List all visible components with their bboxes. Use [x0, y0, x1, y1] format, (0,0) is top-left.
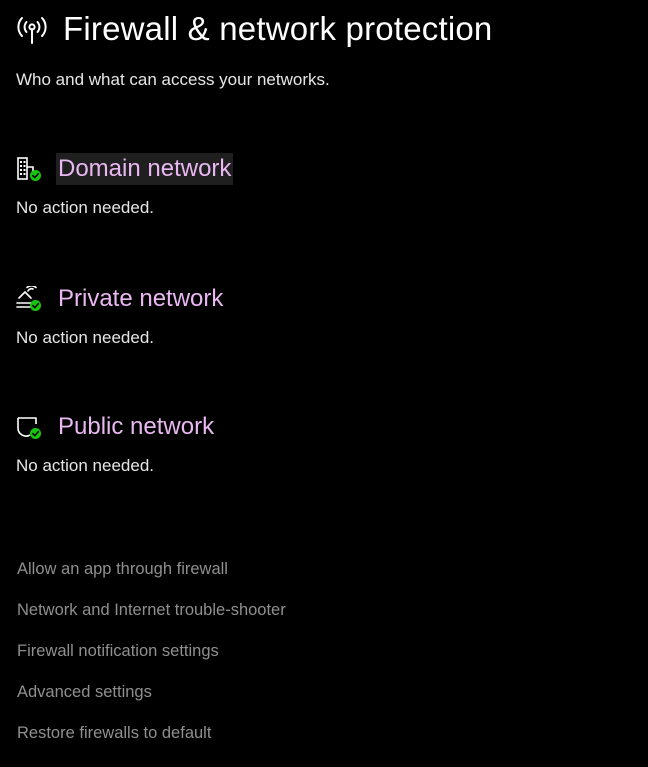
public-network-link[interactable]: Public network — [56, 411, 216, 443]
page-title: Firewall & network protection — [63, 10, 493, 47]
domain-network-link[interactable]: Domain network — [56, 153, 234, 185]
allow-app-link[interactable]: Allow an app through firewall — [17, 558, 286, 599]
private-network-status: No action needed. — [16, 328, 154, 347]
page-header: Firewall & network protection — [16, 10, 492, 48]
advanced-settings-link[interactable]: Advanced settings — [17, 681, 286, 722]
settings-links: Allow an app through firewall Network an… — [17, 558, 286, 763]
private-network-section: Private network No action needed. — [16, 283, 225, 348]
private-network-icon — [16, 286, 41, 311]
public-network-icon — [17, 417, 41, 439]
antenna-icon — [17, 17, 47, 44]
domain-network-icon — [17, 157, 41, 181]
domain-network-status: No action needed. — [16, 198, 154, 217]
public-network-section: Public network No action needed. — [16, 411, 216, 476]
public-network-status: No action needed. — [16, 456, 154, 475]
domain-network-section: Domain network No action needed. — [16, 153, 234, 218]
restore-defaults-link[interactable]: Restore firewalls to default — [17, 722, 286, 763]
troubleshooter-link[interactable]: Network and Internet trouble-shooter — [17, 599, 286, 640]
page-subtitle: Who and what can access your networks. — [16, 70, 330, 89]
firewall-page: Firewall & network protection Who and wh… — [0, 0, 648, 767]
private-network-link[interactable]: Private network — [56, 283, 225, 315]
notification-settings-link[interactable]: Firewall notification settings — [17, 640, 286, 681]
